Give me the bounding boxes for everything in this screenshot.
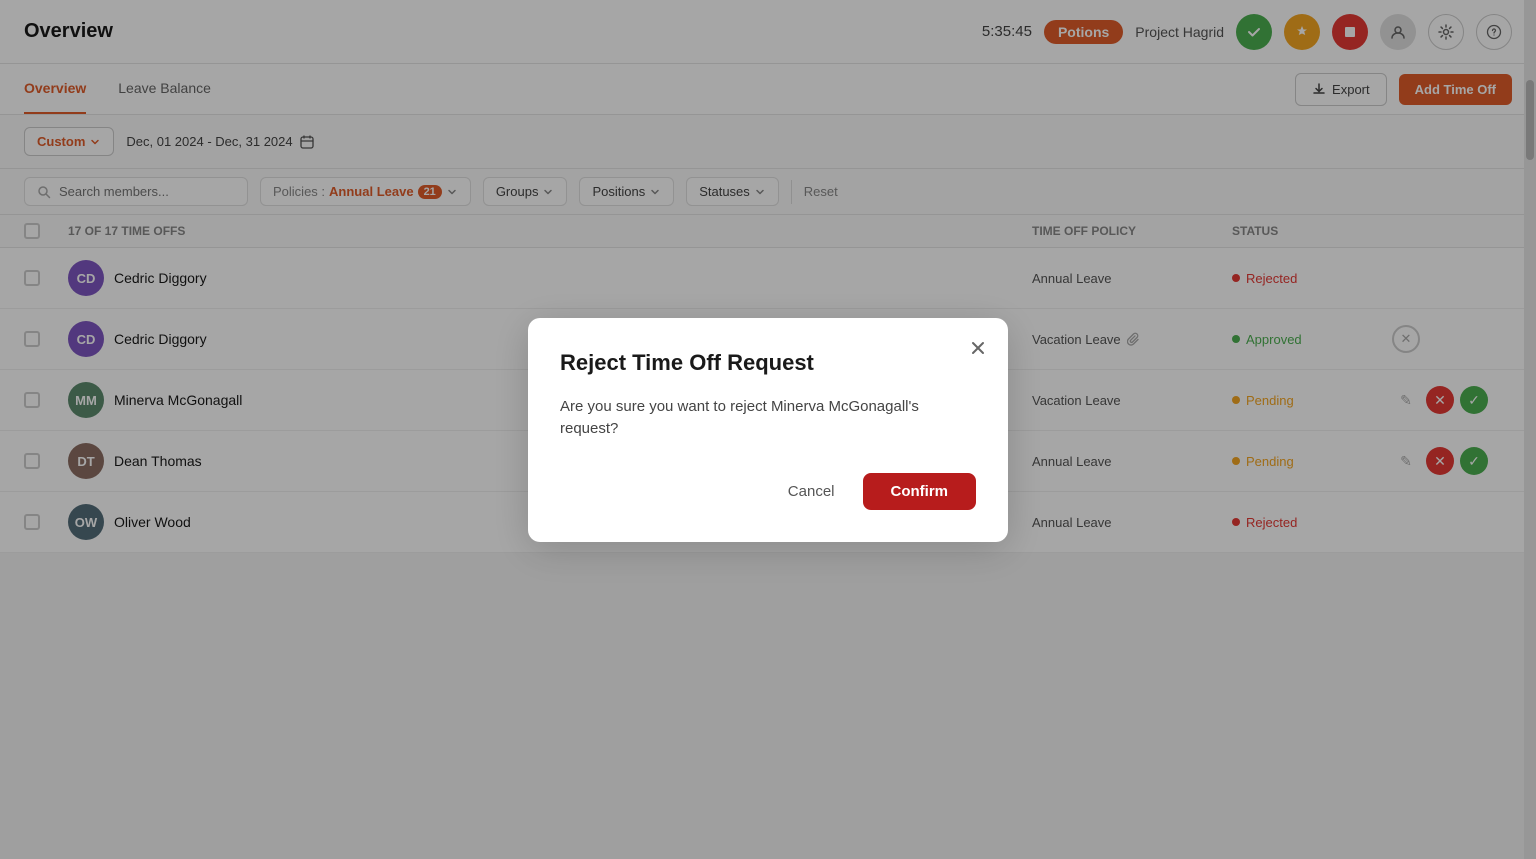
modal-title: Reject Time Off Request [560,350,976,376]
reject-modal: Reject Time Off Request Are you sure you… [528,318,1008,542]
modal-overlay[interactable]: Reject Time Off Request Are you sure you… [0,0,1536,859]
modal-body: Are you sure you want to reject Minerva … [560,396,976,441]
modal-confirm-button[interactable]: Confirm [863,473,977,510]
modal-cancel-button[interactable]: Cancel [772,475,851,508]
close-icon [969,339,987,357]
modal-actions: Cancel Confirm [560,473,976,510]
modal-close-button[interactable] [964,334,992,362]
